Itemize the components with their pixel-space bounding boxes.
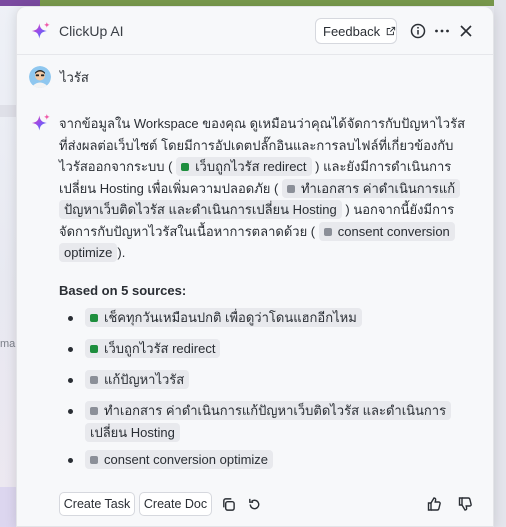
feedback-button[interactable]: Feedback — [315, 18, 397, 44]
sparkle-icon — [31, 21, 50, 39]
source-chip[interactable]: เว็บถูกไวรัส redirect — [85, 339, 221, 358]
create-doc-button[interactable]: Create Doc — [139, 492, 212, 516]
close-button[interactable] — [457, 22, 475, 40]
feedback-label: Feedback — [323, 23, 381, 39]
bullet — [68, 458, 73, 463]
source-chip-label: แก้ปัญหาไวรัส — [104, 372, 185, 387]
info-button[interactable] — [409, 22, 427, 40]
source-chip[interactable]: ทำเอกสาร ค่าดำเนินการแก้ปัญหาเว็บติดไวรั… — [85, 401, 452, 442]
source-chip[interactable]: เช็คทุกวันเหมือนปกติ เพื่อดูว่าโดนแฮกอีก… — [85, 308, 362, 327]
user-query-text: ไวรัส — [60, 69, 89, 85]
status-dot — [286, 184, 295, 193]
info-icon — [410, 23, 426, 39]
sparkle-icon — [31, 113, 50, 131]
source-chip[interactable]: consent conversion optimize — [85, 450, 274, 469]
status-dot — [90, 314, 98, 322]
thumbs-up-button[interactable] — [424, 494, 444, 514]
ai-answer: จากข้อมูลใน Workspace ของคุณ ดูเหมือนว่า… — [59, 113, 469, 264]
status-dot — [90, 456, 98, 464]
panel-title: ClickUp AI — [59, 23, 124, 39]
user-message: ไวรัส — [29, 65, 89, 89]
status-dot — [90, 345, 98, 353]
external-link-icon — [386, 26, 396, 36]
thumbs-up-icon — [427, 497, 441, 511]
answer-text: ). — [117, 245, 126, 260]
status-dot — [90, 376, 98, 384]
copy-icon — [222, 497, 235, 511]
create-task-button[interactable]: Create Task — [59, 492, 135, 516]
background-scrollbar-area — [494, 0, 506, 527]
background-side-text: ma — [0, 338, 16, 350]
source-chip-label: เว็บถูกไวรัส redirect — [195, 159, 307, 174]
answer-paragraph: จากข้อมูลใน Workspace ของคุณ ดูเหมือนว่า… — [59, 113, 469, 264]
close-icon — [460, 25, 472, 37]
avatar — [29, 66, 51, 88]
thumbs-down-icon — [458, 497, 472, 511]
source-chip-label: ทำเอกสาร ค่าดำเนินการแก้ปัญหาเว็บติดไวรั… — [90, 403, 447, 440]
source-chip[interactable]: แก้ปัญหาไวรัส — [85, 370, 190, 389]
source-chip-label: เช็คทุกวันเหมือนปกติ เพื่อดูว่าโดนแฮกอีก… — [104, 310, 357, 325]
thumbs-down-button[interactable] — [455, 494, 475, 514]
refresh-icon — [248, 498, 259, 509]
source-chip[interactable]: เว็บถูกไวรัส redirect — [176, 157, 312, 176]
source-chip-label: เว็บถูกไวรัส redirect — [104, 341, 216, 356]
more-options-button[interactable] — [433, 22, 451, 40]
panel-header: ClickUp AI Feedback — [17, 7, 493, 55]
bullet — [68, 316, 73, 321]
ai-assistant-panel: ClickUp AI Feedback ไวรัส จากข้อมูลใน Wo… — [16, 6, 494, 527]
status-dot — [181, 163, 190, 171]
bullet — [68, 378, 73, 383]
status-dot — [90, 407, 98, 415]
sources-heading: Based on 5 sources: — [59, 283, 187, 298]
regenerate-button[interactable] — [244, 494, 264, 514]
more-icon — [435, 29, 449, 33]
source-chip-label: consent conversion optimize — [104, 452, 269, 467]
copy-button[interactable] — [218, 494, 238, 514]
bullet — [68, 409, 73, 414]
status-dot — [323, 227, 332, 236]
bullet — [68, 347, 73, 352]
